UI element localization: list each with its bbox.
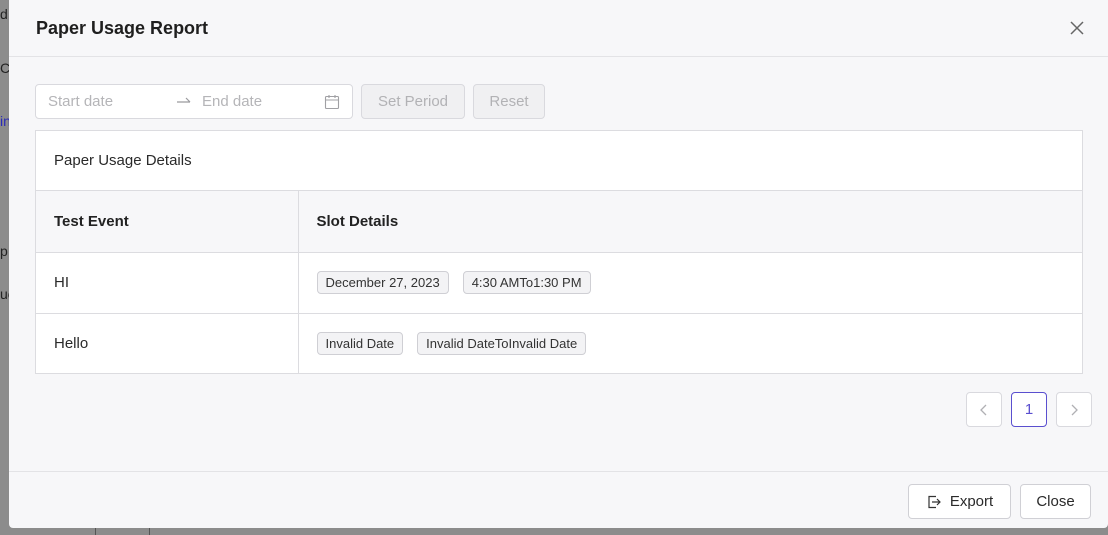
export-button[interactable]: Export [908,484,1011,519]
time-tag: Invalid DateToInvalid Date [417,332,587,356]
event-name-cell: Hello [36,313,299,374]
paper-usage-modal: Paper Usage Report Start date End date S… [9,0,1108,528]
range-arrow-icon [176,93,202,110]
start-date-input[interactable]: Start date [48,93,176,110]
chevron-right-icon [1071,404,1078,415]
date-range-picker[interactable]: Start date End date [35,84,353,119]
background-text: p [0,243,8,259]
page-button-1[interactable]: 1 [1011,392,1047,427]
set-period-button[interactable]: Set Period [361,84,465,119]
modal-title: Paper Usage Report [36,17,209,38]
usage-details-card: Paper Usage Details Test Event Slot Deta… [35,130,1083,374]
slot-details-cell: Invalid Date Invalid DateToInvalid Date [298,313,1082,374]
pagination: 1 [966,392,1092,427]
close-icon[interactable] [1066,17,1088,39]
usage-table: Test Event Slot Details HI December 27, … [36,191,1082,374]
table-row: Hello Invalid Date Invalid DateToInvalid … [36,313,1082,374]
background-text: d [0,6,8,22]
date-tag: December 27, 2023 [316,271,449,294]
next-page-button[interactable] [1056,392,1092,427]
date-tag: Invalid Date [316,332,404,356]
table-header-row: Test Event Slot Details [36,191,1082,253]
slot-details-cell: December 27, 2023 4:30 AMTo1:30 PM [298,252,1082,314]
event-name-cell: HI [36,252,299,314]
export-icon [928,495,941,508]
background-divider [0,528,200,535]
export-label: Export [949,493,994,510]
chevron-left-icon [980,404,987,415]
modal-header: Paper Usage Report [9,0,1108,57]
close-button[interactable]: Close [1020,484,1091,519]
card-title: Paper Usage Details [36,131,1082,191]
table-row: HI December 27, 2023 4:30 AMTo1:30 PM [36,252,1082,314]
time-tag: 4:30 AMTo1:30 PM [462,271,591,294]
column-header-test-event: Test Event [36,191,299,253]
column-header-slot-details: Slot Details [298,191,1082,253]
calendar-icon[interactable] [324,94,340,110]
prev-page-button[interactable] [966,392,1002,427]
modal-footer: Export Close [9,471,1108,528]
filter-toolbar: Start date End date Set Period Reset [35,84,545,119]
reset-button[interactable]: Reset [473,84,545,119]
end-date-input[interactable]: End date [202,93,324,110]
